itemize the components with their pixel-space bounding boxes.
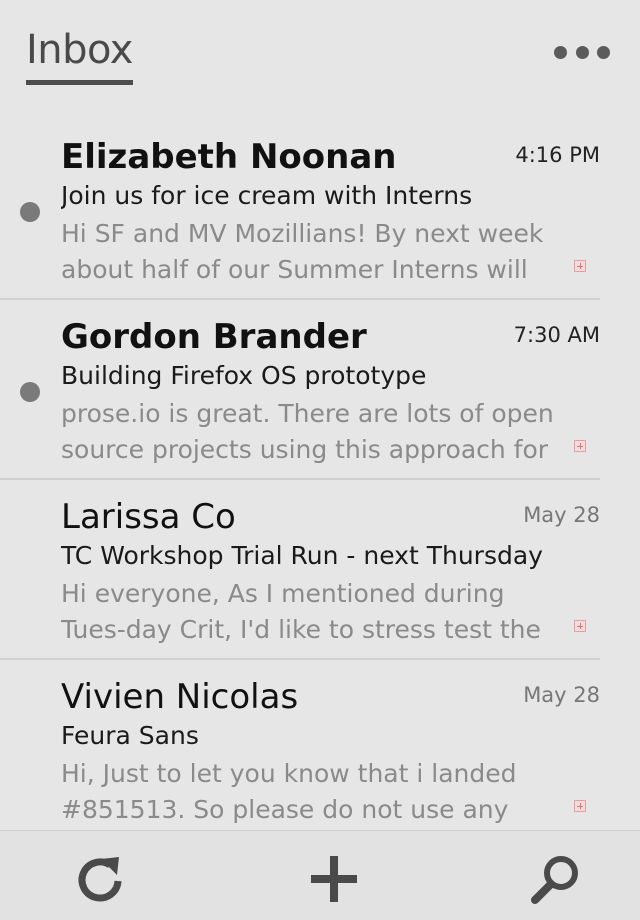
- message-time: 4:16 PM: [515, 143, 600, 167]
- message-item[interactable]: Larissa Co May 28 TC Workshop Trial Run …: [0, 480, 640, 660]
- unread-indicator: [20, 202, 40, 222]
- message-snippet: Hi, Just to let you know that i landed #…: [61, 759, 517, 824]
- bottom-toolbar: [0, 830, 640, 920]
- message-item[interactable]: Vivien Nicolas May 28 Feura Sans Hi, Jus…: [0, 660, 640, 830]
- mail-app: Inbox Elizabeth Noonan 4:16 PM Join us f…: [0, 0, 640, 920]
- message-time: 7:30 AM: [513, 323, 600, 347]
- message-time: May 28: [523, 683, 600, 707]
- attachment-icon: [574, 440, 586, 452]
- refresh-button[interactable]: [72, 851, 128, 907]
- message-subject: Join us for ice cream with Interns: [61, 181, 473, 210]
- message-sender: Larissa Co: [61, 497, 236, 537]
- title-underline: [26, 80, 133, 85]
- search-icon: [531, 856, 578, 904]
- unread-indicator: [20, 382, 40, 402]
- message-subject: TC Workshop Trial Run - next Thursday: [61, 541, 543, 570]
- more-dots-icon: [554, 45, 567, 59]
- page-title: Inbox: [26, 27, 133, 73]
- message-item[interactable]: Gordon Brander 7:30 AM Building Firefox …: [0, 300, 640, 480]
- message-subject: Feura Sans: [61, 721, 199, 750]
- attachment-icon: [574, 260, 586, 272]
- message-snippet: prose.io is great. There are lots of ope…: [61, 399, 554, 464]
- message-sender: Vivien Nicolas: [61, 677, 299, 717]
- message-snippet: Hi everyone, As I mentioned during Tues-…: [61, 579, 541, 644]
- message-sender: Gordon Brander: [61, 317, 367, 357]
- compose-button[interactable]: [306, 851, 362, 907]
- message-list: Elizabeth Noonan 4:16 PM Join us for ice…: [0, 120, 640, 830]
- refresh-icon: [78, 857, 122, 902]
- message-time: May 28: [523, 503, 600, 527]
- app-header: Inbox: [0, 0, 640, 100]
- more-dots-icon: [597, 45, 610, 59]
- message-item[interactable]: Elizabeth Noonan 4:16 PM Join us for ice…: [0, 120, 640, 300]
- attachment-icon: [574, 800, 586, 812]
- message-snippet: Hi SF and MV Mozillians! By next week ab…: [61, 219, 544, 284]
- more-dots-icon: [575, 45, 589, 59]
- message-subject: Building Firefox OS prototype: [61, 361, 427, 390]
- search-button[interactable]: [528, 851, 584, 907]
- add-icon: [311, 856, 357, 902]
- attachment-icon: [574, 620, 586, 632]
- message-sender: Elizabeth Noonan: [61, 137, 397, 177]
- more-options-button[interactable]: [554, 40, 610, 64]
